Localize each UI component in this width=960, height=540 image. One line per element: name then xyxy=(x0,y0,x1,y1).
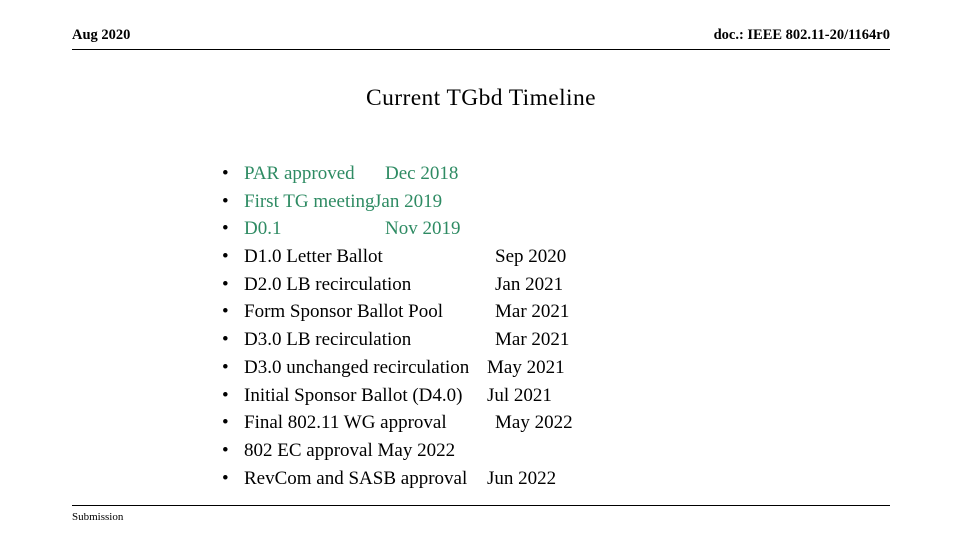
timeline-bullet-row: • D3.0 unchanged recirculation May 2021 xyxy=(222,354,922,382)
bullet-point-icon: • xyxy=(222,412,229,434)
footer-divider xyxy=(72,505,890,506)
timeline-milestone-label: 802 EC approval May 2022 xyxy=(244,439,456,461)
timeline-bullet-row: • Form Sponsor Ballot Pool Mar 2021 xyxy=(222,298,922,326)
bullet-point-icon: • xyxy=(222,439,229,461)
timeline-milestone-date: Mar 2021 xyxy=(495,329,570,351)
timeline-bullet-row: • D2.0 LB recirculation Jan 2021 xyxy=(222,271,922,299)
header-document-id: doc.: IEEE 802.11-20/1164r0 xyxy=(713,27,890,43)
timeline-bullet-list: • PAR approved Dec 2018 • First TG meeting Ja… xyxy=(222,160,922,492)
timeline-bullet-row: • 802 EC approval May 2022 xyxy=(222,437,922,465)
timeline-milestone-label: Final 802.11 WG approval xyxy=(244,412,447,434)
timeline-bullet-row: • D0.1 Nov 2019 xyxy=(222,215,922,243)
bullet-point-icon: • xyxy=(222,356,229,378)
timeline-milestone-label: D0.1 xyxy=(244,218,282,240)
timeline-milestone-date: Jun 2022 xyxy=(487,467,557,489)
timeline-milestone-label: D3.0 LB recirculation xyxy=(244,329,412,351)
timeline-milestone-label: D2.0 LB recirculation xyxy=(244,273,412,295)
timeline-milestone-date: May 2022 xyxy=(495,412,573,434)
timeline-milestone-label: Initial Sponsor Ballot (D4.0) xyxy=(244,384,463,406)
timeline-bullet-row: • Final 802.11 WG approval May 2022 xyxy=(222,409,922,437)
timeline-milestone-date: Sep 2020 xyxy=(495,246,567,268)
timeline-milestone-date: Jan 2019 xyxy=(374,190,443,212)
footer-submission-label: Submission xyxy=(72,511,124,523)
timeline-milestone-date: Jan 2021 xyxy=(495,273,564,295)
bullet-point-icon: • xyxy=(222,246,229,268)
bullet-point-icon: • xyxy=(222,163,229,184)
bullet-point-icon: • xyxy=(222,218,229,240)
timeline-milestone-date: May 2021 xyxy=(487,356,565,378)
bullet-point-icon: • xyxy=(222,190,229,212)
bullet-point-icon: • xyxy=(222,273,229,295)
timeline-bullet-row: • PAR approved Dec 2018 xyxy=(222,160,922,188)
timeline-bullet-row: • RevCom and SASB approval Jun 2022 xyxy=(222,465,922,493)
bullet-point-icon: • xyxy=(222,467,229,489)
bullet-point-icon: • xyxy=(222,329,229,351)
timeline-milestone-date: Nov 2019 xyxy=(385,218,461,240)
slide-canvas: Aug 2020 doc.: IEEE 802.11-20/1164r0 Cur… xyxy=(0,0,960,540)
header-divider xyxy=(72,49,890,50)
timeline-bullet-row: • Initial Sponsor Ballot (D4.0) Jul 2021 xyxy=(222,382,922,410)
page-title: Current TGbd Timeline xyxy=(366,85,596,111)
timeline-milestone-date: Dec 2018 xyxy=(385,163,459,184)
timeline-milestone-label: D1.0 Letter Ballot xyxy=(244,246,383,268)
timeline-milestone-label: PAR approved xyxy=(244,163,355,184)
bullet-point-icon: • xyxy=(222,301,229,323)
timeline-milestone-label: First TG meeting xyxy=(244,190,375,212)
timeline-milestone-label: D3.0 unchanged recirculation xyxy=(244,356,470,378)
header-date: Aug 2020 xyxy=(72,27,131,43)
slide-header: Aug 2020 doc.: IEEE 802.11-20/1164r0 xyxy=(72,26,890,50)
timeline-bullet-row: • D1.0 Letter Ballot Sep 2020 xyxy=(222,243,922,271)
timeline-bullet-row: • First TG meeting Jan 2019 xyxy=(222,188,922,216)
timeline-milestone-date: Jul 2021 xyxy=(487,384,552,406)
timeline-milestone-label: RevCom and SASB approval xyxy=(244,467,468,489)
bullet-point-icon: • xyxy=(222,384,229,406)
timeline-bullet-row: • D3.0 LB recirculation Mar 2021 xyxy=(222,326,922,354)
timeline-milestone-label: Form Sponsor Ballot Pool xyxy=(244,301,443,323)
timeline-milestone-date: Mar 2021 xyxy=(495,301,570,323)
